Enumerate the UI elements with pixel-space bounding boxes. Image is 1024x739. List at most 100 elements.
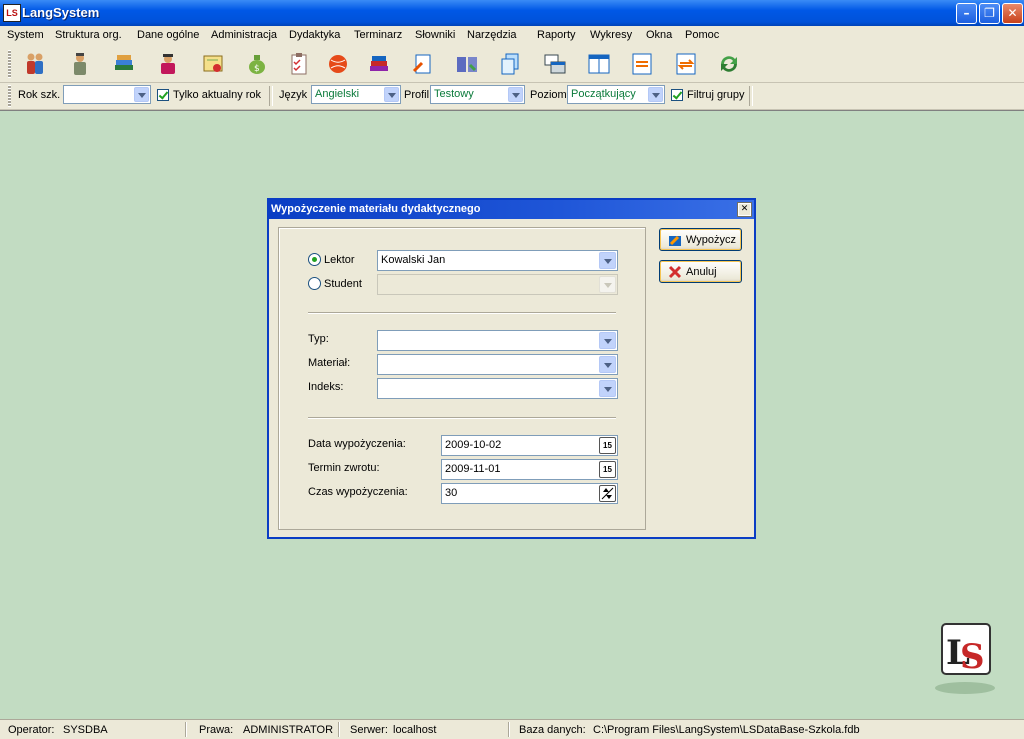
- termin-date-field[interactable]: 2009-11-01 15: [441, 459, 618, 480]
- ball-icon[interactable]: [323, 49, 353, 79]
- lektor-value: Kowalski Jan: [381, 254, 446, 266]
- menu-dane-ogolne[interactable]: Dane ogólne: [137, 29, 199, 41]
- jezyk-combo[interactable]: Angielski: [311, 85, 401, 104]
- windows-icon[interactable]: [540, 49, 570, 79]
- czas-stepper[interactable]: 30: [441, 483, 618, 504]
- chevron-down-icon[interactable]: [599, 380, 616, 397]
- spin-arrows-icon[interactable]: [599, 485, 616, 502]
- rok-label: Rok szk.: [18, 89, 61, 101]
- menu-wykresy[interactable]: Wykresy: [590, 29, 632, 41]
- divider: [308, 417, 616, 419]
- teacher-icon[interactable]: [65, 49, 95, 79]
- filter-bar-grip[interactable]: [8, 85, 11, 107]
- dialog-title-bar[interactable]: Wypożyczenie materiału dydaktycznego ✕: [269, 200, 754, 219]
- chevron-down-icon[interactable]: [599, 332, 616, 349]
- filter-groups-label: Filtruj grupy: [687, 89, 745, 101]
- maximize-button[interactable]: ❐: [979, 3, 1000, 24]
- columns-icon[interactable]: [584, 49, 614, 79]
- prawa-value: ADMINISTRATOR: [243, 724, 334, 736]
- chevron-down-icon[interactable]: [599, 252, 616, 269]
- cancel-button[interactable]: Anuluj: [659, 260, 742, 283]
- money-bag-icon[interactable]: $: [242, 49, 272, 79]
- menu-narzedzia[interactable]: Narzędzia: [467, 29, 517, 41]
- data-label: Data wypożyczenia:: [308, 438, 406, 450]
- data-date-field[interactable]: 2009-10-02 15: [441, 435, 618, 456]
- filter-groups-checkbox[interactable]: [671, 89, 683, 101]
- baza-label: Baza danych:: [519, 724, 586, 736]
- window-title-bar[interactable]: LS LangSystem – ❐ ✕: [0, 0, 1024, 26]
- only-current-checkbox[interactable]: [157, 89, 169, 101]
- menu-administracja[interactable]: Administracja: [211, 29, 277, 41]
- pages-icon[interactable]: [495, 49, 525, 79]
- operator-label: Operator:: [8, 724, 55, 736]
- baza-value: C:\Program Files\LangSystem\LSDataBase-S…: [593, 724, 860, 736]
- indeks-combo[interactable]: [377, 378, 618, 399]
- poziom-combo[interactable]: Początkujący: [567, 85, 665, 104]
- chevron-down-icon[interactable]: [508, 87, 523, 102]
- lektor-label: Lektor: [324, 254, 355, 266]
- czas-label: Czas wypożyczenia:: [308, 486, 408, 498]
- document-arrow-icon[interactable]: [408, 49, 438, 79]
- poziom-label: Poziom: [530, 89, 567, 101]
- chevron-down-icon[interactable]: [134, 87, 149, 102]
- dialog-title: Wypożyczenie materiału dydaktycznego: [271, 203, 481, 215]
- chevron-down-icon[interactable]: [648, 87, 663, 102]
- diploma-icon[interactable]: [198, 49, 228, 79]
- book-open-icon[interactable]: [452, 49, 482, 79]
- filter-bar: Rok szk. Tylko aktualny rok Język Angiel…: [0, 83, 1024, 110]
- refresh-icon[interactable]: [714, 49, 744, 79]
- student-combo: [377, 274, 618, 295]
- termin-label: Termin zwrotu:: [308, 462, 380, 474]
- main-toolbar: $: [0, 46, 1024, 83]
- borrow-button[interactable]: Wypożycz: [659, 228, 742, 251]
- exchange-icon[interactable]: [627, 49, 657, 79]
- minimize-button[interactable]: –: [956, 3, 977, 24]
- menu-slowniki[interactable]: Słowniki: [415, 29, 455, 41]
- material-combo[interactable]: [377, 354, 618, 375]
- typ-label: Typ:: [308, 333, 329, 345]
- svg-text:S: S: [960, 637, 985, 677]
- status-separator: [338, 722, 340, 737]
- operator-value: SYSDBA: [63, 724, 108, 736]
- rok-combo[interactable]: [63, 85, 151, 104]
- lektor-radio[interactable]: [308, 253, 321, 266]
- termin-value: 2009-11-01: [445, 463, 501, 475]
- calendar-icon[interactable]: 15: [599, 461, 616, 478]
- separator: [749, 86, 753, 106]
- book-stack-icon[interactable]: [364, 49, 394, 79]
- status-separator: [508, 722, 510, 737]
- menu-dydaktyka[interactable]: Dydaktyka: [289, 29, 340, 41]
- cancel-x-icon: [668, 265, 682, 279]
- books-icon[interactable]: [109, 49, 139, 79]
- calendar-icon[interactable]: 15: [599, 437, 616, 454]
- toolbar-grip[interactable]: [8, 50, 11, 78]
- data-value: 2009-10-02: [445, 439, 502, 451]
- menu-okna[interactable]: Okna: [646, 29, 672, 41]
- cancel-label: Anuluj: [686, 266, 717, 278]
- typ-combo[interactable]: [377, 330, 618, 351]
- poziom-value: Początkujący: [571, 88, 636, 100]
- menu-pomoc[interactable]: Pomoc: [685, 29, 719, 41]
- transfer-icon[interactable]: [671, 49, 701, 79]
- window-title: LangSystem: [22, 5, 100, 20]
- menu-terminarz[interactable]: Terminarz: [354, 29, 402, 41]
- profil-combo[interactable]: Testowy: [430, 85, 525, 104]
- indeks-label: Indeks:: [308, 381, 344, 393]
- close-button[interactable]: ✕: [1002, 3, 1023, 24]
- only-current-label: Tylko aktualny rok: [173, 89, 262, 101]
- student-icon[interactable]: [153, 49, 183, 79]
- svg-text:$: $: [254, 64, 260, 74]
- lektor-combo[interactable]: Kowalski Jan: [377, 250, 618, 271]
- menu-raporty[interactable]: Raporty: [537, 29, 576, 41]
- dialog-close-button[interactable]: ✕: [737, 202, 752, 217]
- menu-struktura[interactable]: Struktura org.: [55, 29, 122, 41]
- chevron-down-icon[interactable]: [599, 356, 616, 373]
- people-icon[interactable]: [20, 49, 50, 79]
- checklist-icon[interactable]: [284, 49, 314, 79]
- chevron-down-icon[interactable]: [384, 87, 399, 102]
- menu-bar: System Struktura org. Dane ogólne Admini…: [0, 26, 1024, 46]
- material-label: Materiał:: [308, 357, 351, 369]
- student-radio[interactable]: [308, 277, 321, 290]
- app-logo-icon[interactable]: LS: [3, 4, 21, 22]
- menu-system[interactable]: System: [7, 29, 44, 41]
